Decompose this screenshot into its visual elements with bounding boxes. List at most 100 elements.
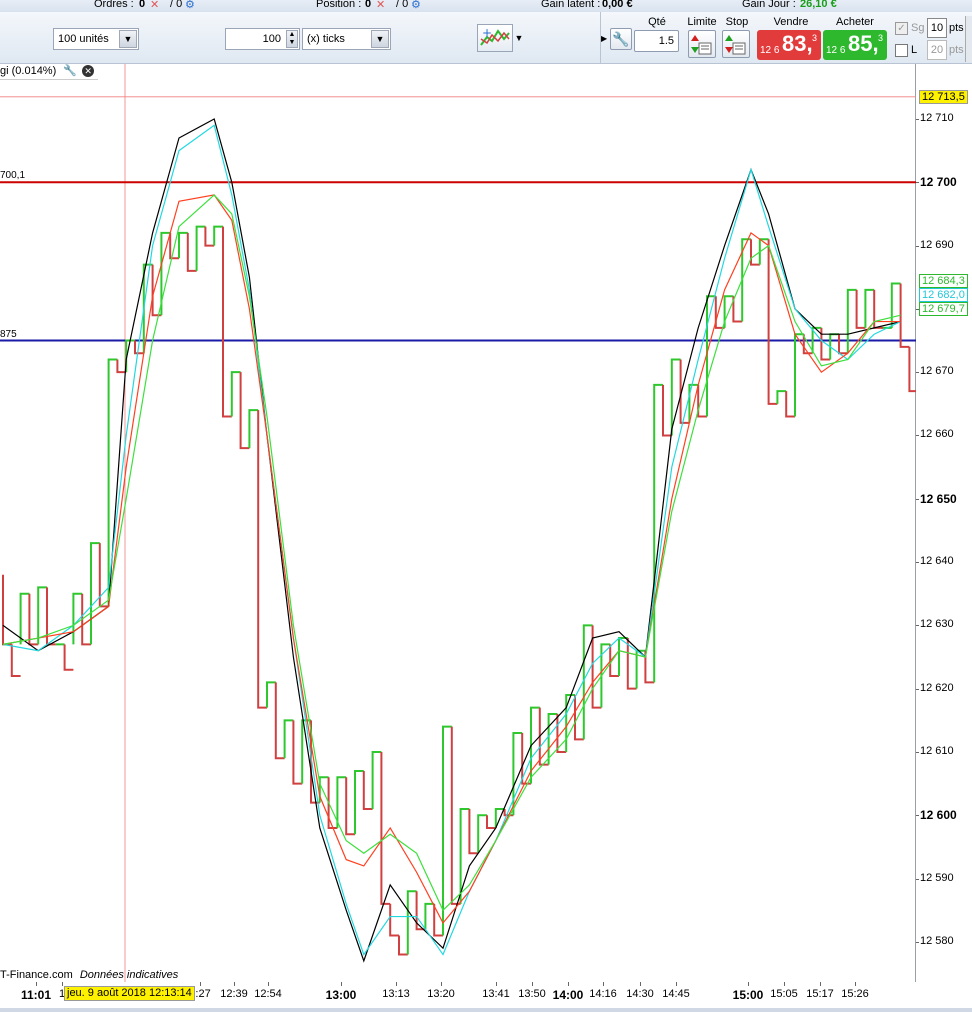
- y-tick-mark: [916, 688, 919, 690]
- ticks-unit-select[interactable]: (x) ticks ▼: [302, 28, 391, 50]
- chevron-down-icon[interactable]: ▼: [119, 30, 137, 48]
- y-tick-mark: [916, 245, 919, 247]
- indicator-legend: gi (0.014%) 🔧 ✕: [0, 64, 99, 80]
- day-gain-label: Gain Jour :: [742, 0, 796, 10]
- x-tick-mark: [396, 982, 397, 986]
- price-axis[interactable]: 12 71012 70012 69012 68012 67012 66012 6…: [916, 64, 972, 982]
- orders-gear-icon[interactable]: ⚙: [185, 0, 195, 11]
- latent-gain-label: Gain latent :: [541, 0, 601, 10]
- position-total: / 0: [396, 0, 409, 10]
- x-tick-mark: [200, 982, 201, 986]
- limit-label: Limite: [687, 16, 717, 28]
- add-indicator-button[interactable]: +: [477, 24, 513, 52]
- position-gear-icon[interactable]: ⚙: [411, 0, 421, 11]
- price-chart[interactable]: [0, 64, 916, 982]
- candle-up: [354, 769, 364, 835]
- x-tick-label: 13:00: [325, 988, 357, 1002]
- orders-label: Ordres :: [94, 0, 134, 10]
- y-tick-mark: [916, 815, 919, 817]
- buy-button[interactable]: 12 6 85, 3: [823, 30, 887, 60]
- indicator-value-badge: 12 679,7: [919, 301, 968, 316]
- ticks-unit-value: (x) ticks: [307, 33, 345, 45]
- panel-scrollbar[interactable]: [965, 16, 972, 62]
- qty-input[interactable]: 1.5: [634, 30, 679, 52]
- y-tick-label: 12 590: [920, 871, 954, 884]
- ticks-stepper-value: 100: [262, 33, 281, 45]
- candle-down: [767, 239, 778, 405]
- collapse-arrow-icon[interactable]: ▶: [601, 34, 607, 43]
- y-tick-mark: [916, 941, 919, 943]
- y-tick-label: 12 620: [920, 681, 954, 694]
- indicator-value-badge: 12 684,3: [919, 273, 968, 288]
- orders-close-icon[interactable]: ✕: [150, 0, 159, 11]
- sg-points-input[interactable]: 10: [927, 18, 947, 38]
- candle-down: [662, 384, 672, 437]
- x-tick-mark: [820, 982, 821, 986]
- x-tick-label: 13:50: [518, 988, 546, 1000]
- cursor-date-badge: jeu. 9 août 2018 12:13:14: [64, 986, 195, 1001]
- candle-down: [899, 283, 910, 348]
- x-tick-label: 15:05: [770, 988, 798, 1000]
- candle-down: [222, 226, 232, 418]
- wrench-icon[interactable]: 🔧: [610, 28, 632, 50]
- candle-down: [697, 384, 707, 418]
- candle-down: [81, 593, 91, 646]
- stop-label: Stop: [725, 16, 749, 28]
- x-tick-mark: [748, 982, 749, 986]
- candle-down: [186, 232, 197, 272]
- candle-down: [873, 289, 883, 329]
- sg-points-unit: pts: [949, 22, 964, 34]
- position-value: 0: [365, 0, 372, 10]
- x-tick-label: 13:20: [427, 988, 455, 1000]
- data-source-note: T-Finance.com Données indicatives: [0, 969, 178, 981]
- candle-up: [213, 225, 223, 246]
- x-tick-mark: [341, 982, 342, 986]
- y-tick-label: 12 610: [920, 744, 954, 757]
- sell-price-prefix: 12 6: [760, 45, 780, 56]
- candle-down: [538, 707, 549, 766]
- x-tick-label: 12:54: [254, 988, 282, 1000]
- stop-order-icon: [725, 35, 746, 55]
- sell-price-main: 83,: [782, 31, 813, 56]
- indicator-chart-icon: +: [480, 26, 510, 46]
- candle-down: [785, 391, 795, 418]
- limit-order-button[interactable]: [688, 30, 716, 58]
- candle-down: [574, 695, 584, 741]
- candle-up: [178, 231, 188, 259]
- sell-button[interactable]: 12 6 83, 3: [757, 30, 821, 60]
- candle-up: [90, 542, 100, 645]
- y-tick-mark: [916, 498, 919, 500]
- chevron-down-icon[interactable]: ▼: [371, 30, 389, 48]
- x-tick-label: 14:30: [626, 988, 654, 1000]
- day-gain-value: 26,10 €: [800, 0, 837, 10]
- l-checkbox[interactable]: [895, 44, 908, 57]
- stop-order-button[interactable]: [722, 30, 750, 58]
- candle-down: [257, 410, 267, 709]
- candle-up: [794, 333, 804, 417]
- close-icon[interactable]: ✕: [82, 65, 95, 77]
- candle-down: [292, 720, 303, 785]
- candle-down: [204, 226, 215, 247]
- chevron-down-icon[interactable]: ▼: [513, 24, 525, 52]
- stepper-arrows-icon[interactable]: ▲ ▼: [286, 30, 298, 48]
- candle-down: [450, 726, 461, 905]
- l-points-input[interactable]: 20: [927, 40, 947, 60]
- ticks-stepper[interactable]: 100 ▲ ▼: [225, 28, 300, 50]
- sg-checkbox[interactable]: ✓: [895, 22, 908, 35]
- candle-up: [160, 231, 171, 316]
- y-tick-label: 12 670: [920, 365, 954, 378]
- y-tick-label: 12 600: [920, 808, 957, 823]
- account-status-bar: Ordres : 0 ✕ / 0 ⚙ Position : 0 ✕ / 0 ⚙ …: [0, 0, 972, 12]
- y-tick-label: 12 700: [920, 175, 957, 190]
- candle-down: [468, 808, 479, 855]
- position-close-icon[interactable]: ✕: [376, 0, 385, 11]
- x-tick-label: 15:17: [806, 988, 834, 1000]
- units-select[interactable]: 100 unités ▼: [53, 28, 139, 50]
- candle-up: [266, 681, 276, 708]
- y-tick-mark: [916, 182, 919, 184]
- x-tick-mark: [441, 982, 442, 986]
- candle-up: [248, 409, 259, 449]
- x-tick-label: 14:45: [662, 988, 690, 1000]
- wrench-icon[interactable]: 🔧: [63, 65, 77, 77]
- x-tick-mark: [603, 982, 604, 986]
